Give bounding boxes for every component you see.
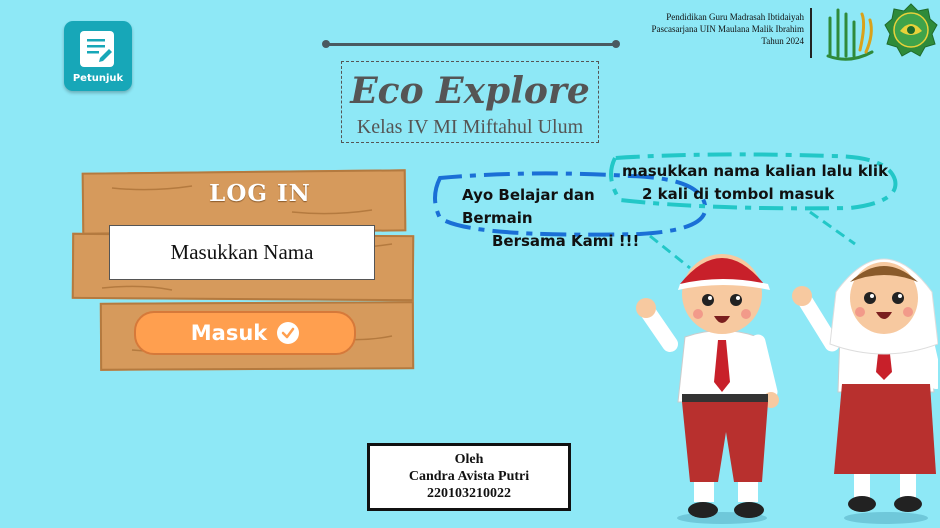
author-name: Candra Avista Putri	[408, 469, 530, 484]
author-student-id: 220103210022	[427, 486, 511, 501]
boy-student-illustration	[636, 254, 779, 524]
help-button[interactable]: Petunjuk	[64, 21, 132, 91]
name-input[interactable]	[109, 225, 375, 280]
girl-speech-line-1: masukkan nama kalian lalu klik	[622, 162, 889, 180]
arabic-calligraphy-logo	[826, 8, 874, 61]
institution-year: Tahun 2024	[761, 36, 804, 46]
author-by-label: Oleh	[454, 452, 484, 467]
submit-label: Masuk	[190, 321, 268, 345]
document-edit-icon	[80, 31, 114, 67]
institution-line-2: Pascasarjana UIN Maulana Malik Ibrahim	[651, 24, 804, 34]
institution-line-1: Pendidikan Guru Madrasah Ibtidaiyah	[666, 12, 804, 22]
girl-student-illustration	[792, 258, 938, 524]
institution-divider	[810, 8, 812, 58]
girl-speech-line-2: 2 kali di tombol masuk	[642, 185, 835, 203]
line-dot-right	[612, 40, 620, 48]
title-box: Eco Explore Kelas IV MI Miftahul Ulum	[341, 61, 599, 143]
top-divider-line	[326, 43, 616, 46]
check-circle-icon	[277, 322, 300, 344]
login-heading: LOG IN	[209, 180, 311, 207]
help-label: Petunjuk	[72, 73, 124, 84]
app-title: Eco Explore	[350, 70, 590, 112]
green-seal-logo	[884, 3, 938, 57]
app-subtitle: Kelas IV MI Miftahul Ulum	[356, 116, 584, 138]
girl-speech-text: masukkan nama kalian lalu klik 2 kali di…	[622, 160, 892, 206]
institution-text: Pendidikan Guru Madrasah Ibtidaiyah Pasc…	[652, 11, 804, 47]
submit-button[interactable]: Masuk	[134, 311, 356, 355]
author-credit-box: Oleh Candra Avista Putri 220103210022	[367, 443, 571, 511]
